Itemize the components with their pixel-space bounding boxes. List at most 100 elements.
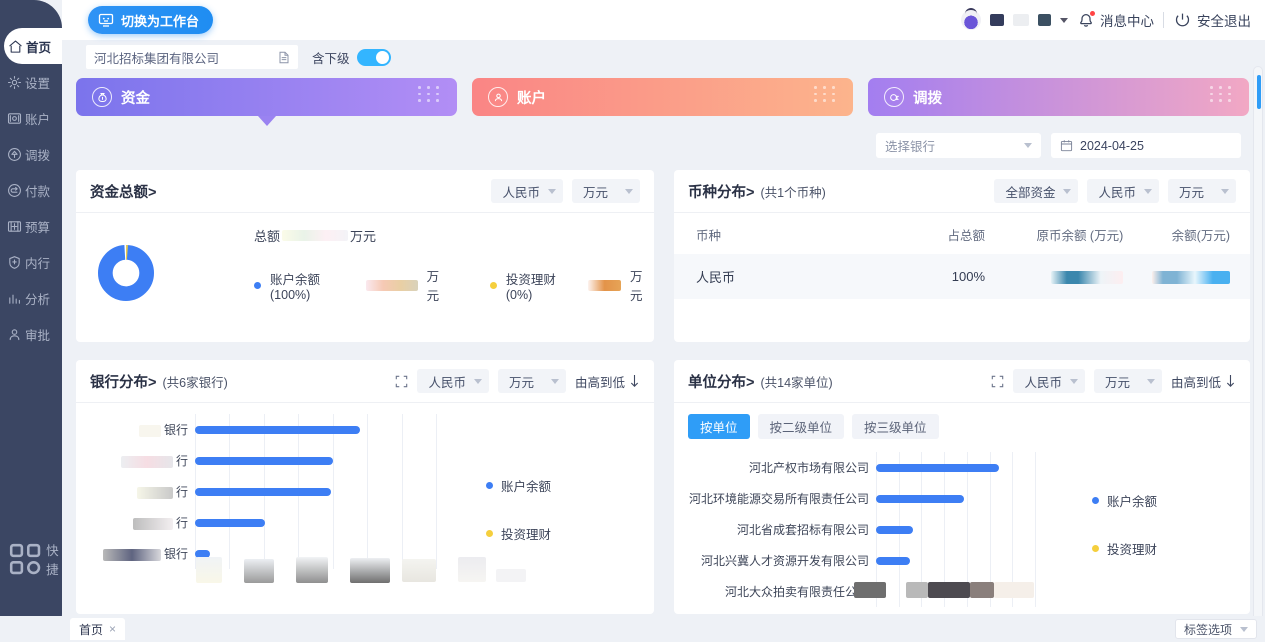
message-center-button[interactable]: 消息中心 xyxy=(1077,10,1154,30)
chevron-down-icon[interactable] xyxy=(1060,17,1068,23)
redacted-username xyxy=(990,14,1004,26)
expand-icon[interactable] xyxy=(395,375,408,388)
redacted-axis-label xyxy=(296,557,328,583)
date-value: 2024-04-25 xyxy=(1080,138,1144,153)
currency-select[interactable]: 人民币 xyxy=(1013,369,1085,393)
page-scrollbar-thumb[interactable] xyxy=(1257,75,1261,109)
bar-row[interactable]: 河北产权市场有限公司 xyxy=(684,452,1042,483)
chevron-down-icon xyxy=(1146,378,1155,384)
sidebar-item-4[interactable]: 调拨 xyxy=(0,136,62,172)
legend-dot xyxy=(1092,545,1099,552)
banner-tab-transfer[interactable]: 调拨 xyxy=(868,78,1249,116)
unit-tab-1[interactable]: 按单位 xyxy=(688,414,750,439)
bar-row[interactable]: 河北兴冀人才资源开发有限公司 xyxy=(684,545,1042,576)
legend-dot xyxy=(486,530,493,537)
unit-tab-2[interactable]: 按二级单位 xyxy=(757,414,845,439)
fund-scope-select[interactable]: 全部资金 xyxy=(994,179,1079,203)
unit-select[interactable]: 万元 xyxy=(1093,369,1162,393)
bar[interactable] xyxy=(876,463,1000,472)
bar[interactable] xyxy=(876,556,910,565)
redacted-axis-label xyxy=(854,582,886,598)
chevron-down-icon xyxy=(1240,626,1248,632)
document-icon[interactable] xyxy=(278,51,290,64)
logout-button[interactable]: 安全退出 xyxy=(1173,10,1251,30)
open-tab-label: 首页 xyxy=(79,622,104,637)
sort-button[interactable]: 由高到低 xyxy=(1171,372,1236,391)
tag-options-dropdown[interactable]: 标签选项 xyxy=(1174,619,1257,639)
currency-select[interactable]: 人民币 xyxy=(417,369,489,393)
bar[interactable] xyxy=(195,518,266,527)
redacted-axis-label xyxy=(402,559,436,582)
card-total-funds-header: 资金总额> 人民币 万元 xyxy=(76,170,654,213)
legend-item-1[interactable]: 账户余额 xyxy=(486,476,551,495)
expand-icon[interactable] xyxy=(991,375,1004,388)
sidebar-item-9[interactable]: 审批 xyxy=(0,316,62,352)
redacted-axis-label xyxy=(928,582,970,598)
legend-item-2[interactable]: 投资理财 xyxy=(486,524,551,543)
card-total-funds: 资金总额> 人民币 万元 总额 万元 账户余额(100%) 万元 投资理财(0%… xyxy=(76,170,654,342)
date-picker[interactable]: 2024-04-25 xyxy=(1051,133,1241,158)
unit-select[interactable]: 万元 xyxy=(572,179,640,203)
bar-category-label: 河北产权市场有限公司 xyxy=(748,461,869,475)
banner-tab-account[interactable]: 账户 xyxy=(472,78,853,116)
bar-row[interactable]: 行 xyxy=(90,507,450,538)
bar[interactable] xyxy=(195,425,360,434)
bar-row[interactable]: 行 xyxy=(90,445,450,476)
sidebar-item-6[interactable]: 预算 xyxy=(0,208,62,244)
sidebar-item-label: 付款 xyxy=(25,184,51,199)
unit-select[interactable]: 万元 xyxy=(497,369,566,393)
redacted-invest-value xyxy=(588,279,621,291)
sidebar-item-8[interactable]: 分析 xyxy=(0,280,62,316)
unit-grouping-tabs: 按单位 按二级单位 按三级单位 xyxy=(688,414,939,439)
sidebar-item-label: 账户 xyxy=(25,112,51,127)
bar-row[interactable]: 银行 xyxy=(90,414,450,445)
bar[interactable] xyxy=(876,494,964,503)
close-icon[interactable]: × xyxy=(109,622,116,636)
legend-item-1[interactable]: 账户余额 xyxy=(1092,491,1157,510)
open-tab-home[interactable]: 首页 × xyxy=(70,618,126,640)
unit-select[interactable]: 万元 xyxy=(1168,179,1236,203)
bar-category-label: 行 xyxy=(90,514,195,531)
bar[interactable] xyxy=(195,487,331,496)
include-subordinate-toggle[interactable] xyxy=(356,48,391,66)
bar-row[interactable]: 行 xyxy=(90,476,450,507)
legend-label-balance: 账户余额(100%) xyxy=(270,272,321,302)
sort-button[interactable]: 由高到低 xyxy=(575,372,640,391)
bar[interactable] xyxy=(195,456,333,465)
bar-track xyxy=(876,545,1036,576)
sidebar-item-1[interactable]: 首页 xyxy=(4,28,62,64)
sidebar-item-3[interactable]: 账户 xyxy=(0,100,62,136)
avatar[interactable] xyxy=(961,8,981,30)
bar-row[interactable]: 河北省成套招标有限公司 xyxy=(684,514,1042,545)
money-bag-icon xyxy=(92,87,112,107)
sidebar-nav: 首页 设置账户调拨付款预算内行分析 审批 xyxy=(0,28,62,352)
currency-select[interactable]: 人民币 xyxy=(1087,179,1159,203)
bar-chart-icon xyxy=(9,294,20,304)
company-select[interactable]: 河北招标集团有限公司 xyxy=(86,45,298,69)
redacted-axis-label xyxy=(458,557,486,582)
sidebar-item-quick[interactable]: 快捷 xyxy=(0,543,62,577)
sidebar-item-label: 预算 xyxy=(25,220,51,235)
total-amount-prefix: 总额 xyxy=(254,229,281,244)
cell-currency: 人民币 xyxy=(696,270,736,285)
table-row[interactable]: 人民币 100% xyxy=(674,254,1250,299)
page-scrollbar[interactable] xyxy=(1253,66,1263,626)
legend-item-2[interactable]: 投资理财 xyxy=(1092,539,1157,558)
bar[interactable] xyxy=(876,525,913,534)
redacted-axis-label xyxy=(970,582,994,598)
switch-to-workbench-button[interactable]: 切换为工作台 xyxy=(88,6,214,34)
bar-row[interactable]: 河北环境能源交易所有限责任公司 xyxy=(684,483,1042,514)
sidebar-item-2[interactable]: 设置 xyxy=(0,64,62,100)
bank-select[interactable]: 选择银行 xyxy=(876,133,1041,158)
unit-tab-3[interactable]: 按三级单位 xyxy=(852,414,939,439)
sidebar-item-5[interactable]: 付款 xyxy=(0,172,62,208)
banner-tab-funds[interactable]: 资金 xyxy=(76,78,457,116)
banner-funds-label: 资金 xyxy=(121,90,150,107)
cell-original xyxy=(985,254,1124,299)
gear-icon xyxy=(7,75,22,89)
card-icon xyxy=(7,112,22,124)
sidebar-item-7[interactable]: 内行 xyxy=(0,244,62,280)
currency-select[interactable]: 人民币 xyxy=(491,179,563,203)
sidebar-item-label: 内行 xyxy=(25,256,51,271)
total-funds-legend: 总额 万元 账户余额(100%) 万元 投资理财(0%) 万元 xyxy=(254,226,654,304)
